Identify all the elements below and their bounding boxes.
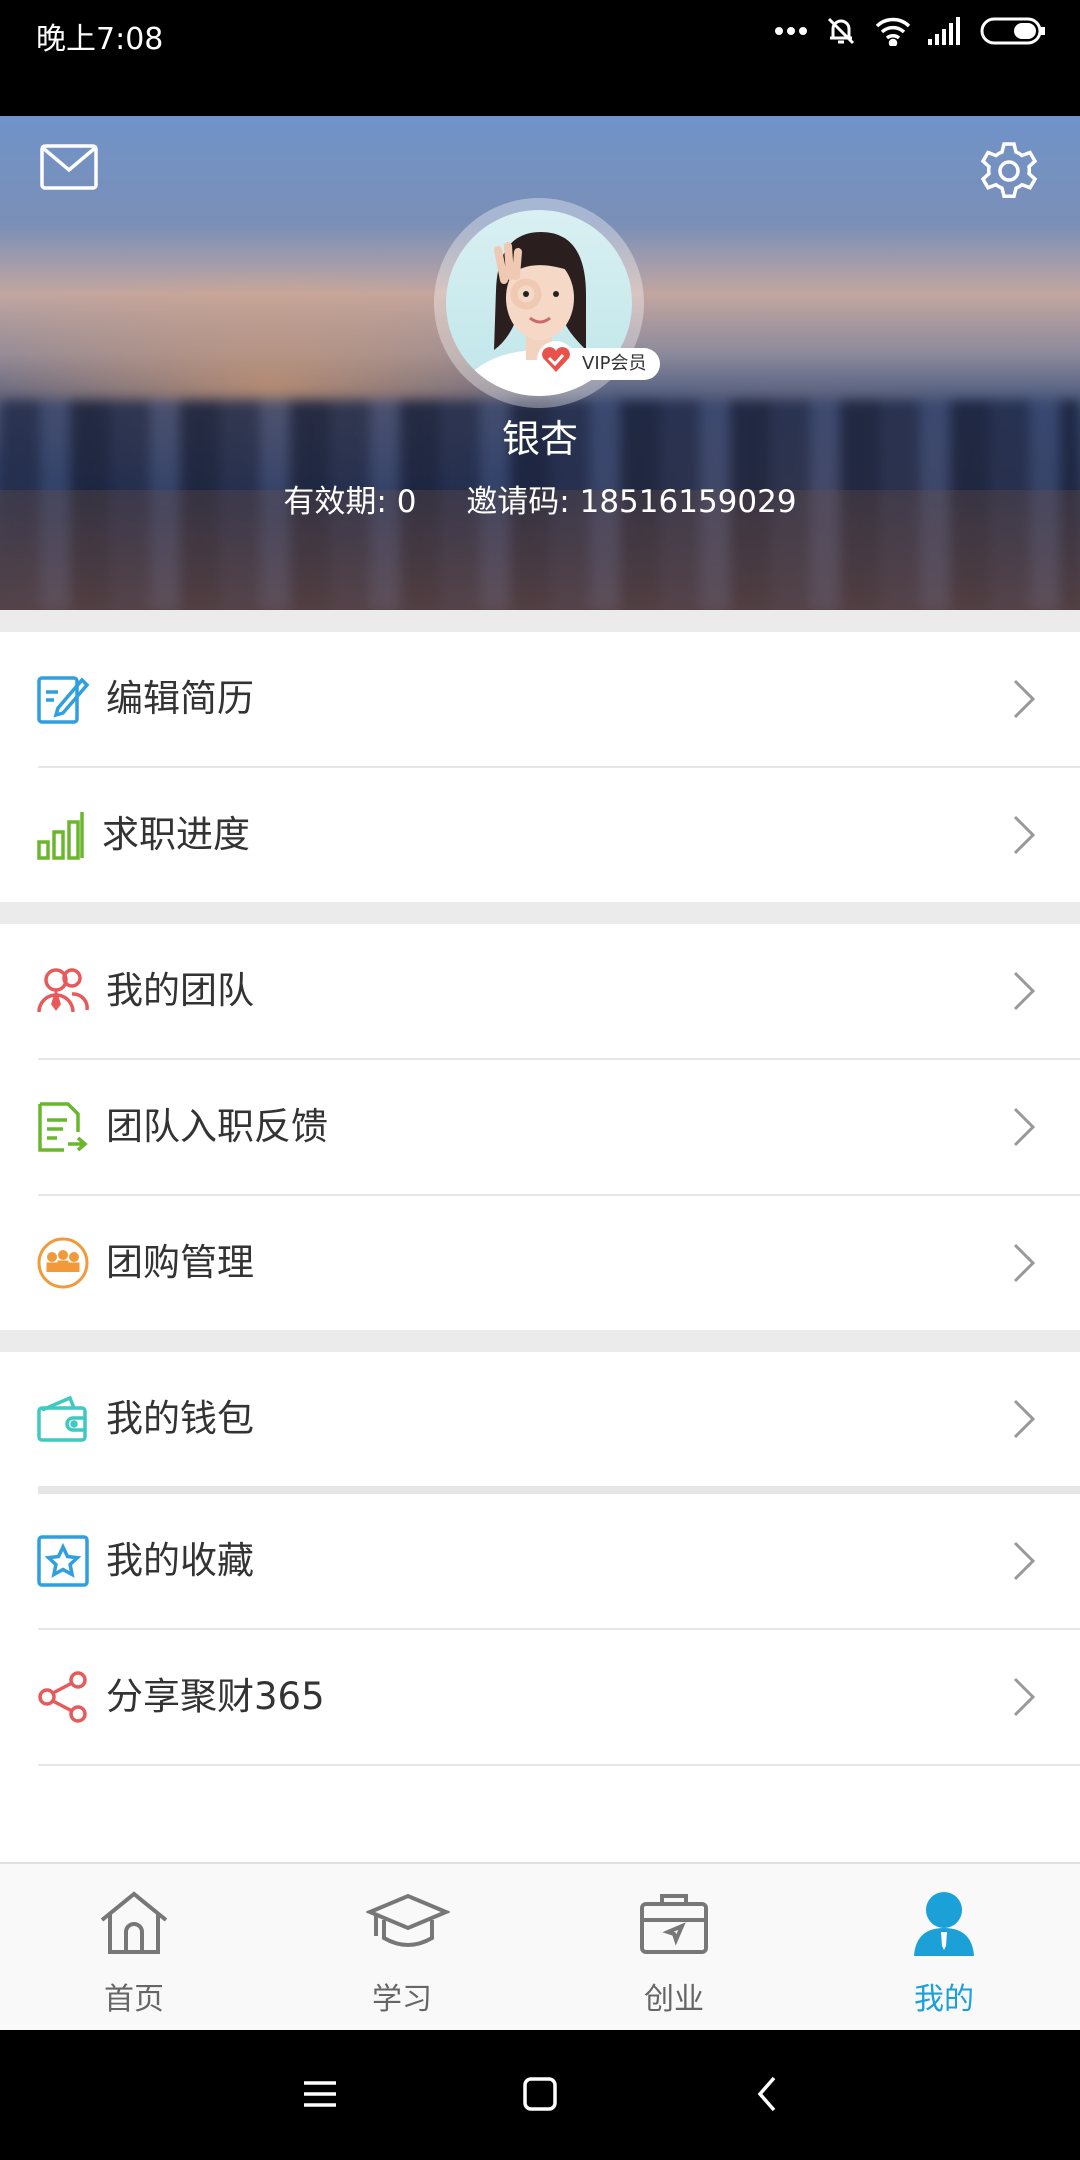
menu-item-edit-resume[interactable]: 编辑简历: [0, 632, 1080, 766]
chevron-right-icon: [1012, 814, 1036, 856]
tab-startup[interactable]: 创业: [574, 1864, 774, 2032]
chevron-right-icon: [1012, 1242, 1036, 1284]
mute-icon: [824, 14, 858, 48]
menu-item-team-feedback[interactable]: 团队入职反馈: [0, 1060, 1080, 1194]
job-progress-label: 求职进度: [102, 813, 250, 856]
menu-item-my-team[interactable]: 我的团队: [0, 924, 1080, 1058]
tab-home-label: 首页: [104, 1982, 164, 2017]
menu-icon[interactable]: [300, 2074, 340, 2114]
divider: [38, 1486, 1080, 1494]
settings-gear-icon[interactable]: [978, 140, 1040, 202]
mail-icon[interactable]: [40, 144, 98, 190]
wallet-icon: [36, 1392, 90, 1446]
chevron-right-icon: [1012, 1106, 1036, 1148]
vip-heart-icon: [536, 340, 576, 380]
wifi-icon: [874, 16, 912, 46]
invite-code-text: 邀请码: 18516159029: [466, 484, 797, 520]
menu-item-share[interactable]: 分享聚财365: [0, 1630, 1080, 1764]
more-dots-icon: [774, 26, 808, 36]
feedback-document-icon: [36, 1100, 90, 1154]
chevron-right-icon: [1012, 678, 1036, 720]
tab-study-label: 学习: [372, 1982, 432, 2017]
favorites-star-icon: [36, 1534, 90, 1588]
divider: [38, 1764, 1080, 1766]
menu-item-group-buy[interactable]: 团购管理: [0, 1196, 1080, 1330]
share-icon: [36, 1670, 90, 1724]
section-gap: [0, 902, 1080, 924]
team-people-icon: [36, 964, 90, 1018]
battery-icon: [980, 17, 1046, 45]
tab-study[interactable]: 学习: [302, 1864, 502, 2032]
edit-resume-label: 编辑简历: [106, 677, 254, 720]
home-icon: [98, 1890, 170, 1956]
tab-mine-label: 我的: [914, 1982, 974, 2017]
status-bar: 晚上7:08: [0, 0, 1080, 116]
chevron-right-icon: [1012, 1398, 1036, 1440]
job-progress-bars-icon: [36, 808, 90, 862]
tab-home[interactable]: 首页: [34, 1864, 234, 2032]
back-icon[interactable]: [748, 2074, 788, 2114]
home-square-icon[interactable]: [520, 2074, 560, 2114]
team-feedback-label: 团队入职反馈: [106, 1105, 328, 1148]
menu-item-job-progress[interactable]: 求职进度: [0, 768, 1080, 902]
status-time: 晚上7:08: [36, 22, 164, 57]
person-icon: [908, 1890, 980, 1956]
share-label: 分享聚财365: [106, 1675, 325, 1718]
my-team-label: 我的团队: [106, 969, 254, 1012]
tab-mine[interactable]: 我的: [844, 1864, 1044, 2032]
edit-resume-icon: [36, 672, 90, 726]
my-favorites-label: 我的收藏: [106, 1539, 254, 1582]
graduation-cap-icon: [364, 1890, 452, 1956]
signal-icon: [928, 17, 964, 45]
menu-item-my-favorites[interactable]: 我的收藏: [0, 1494, 1080, 1628]
menu-list: 编辑简历 求职进度 我的团队 团队入职反馈 团购管理 我的钱包 我的收藏 分享聚…: [0, 610, 1080, 1766]
user-name: 银杏: [501, 417, 578, 461]
system-nav-bar: [0, 2030, 1080, 2160]
chevron-right-icon: [1012, 1676, 1036, 1718]
chevron-right-icon: [1012, 970, 1036, 1012]
section-gap: [0, 610, 1080, 632]
group-buy-label: 团购管理: [106, 1241, 254, 1284]
user-meta: 有效期: 0 邀请码: 18516159029: [0, 476, 1080, 521]
my-wallet-label: 我的钱包: [106, 1397, 254, 1440]
section-gap: [0, 1330, 1080, 1352]
status-icons: [774, 14, 1046, 48]
validity-text: 有效期: 0: [283, 484, 417, 520]
tab-startup-label: 创业: [644, 1982, 704, 2017]
briefcase-icon: [638, 1890, 710, 1956]
menu-item-my-wallet[interactable]: 我的钱包: [0, 1352, 1080, 1486]
bottom-tab-bar: 首页 学习 创业 我的: [0, 1862, 1080, 2030]
group-buy-people-icon: [36, 1236, 90, 1290]
chevron-right-icon: [1012, 1540, 1036, 1582]
